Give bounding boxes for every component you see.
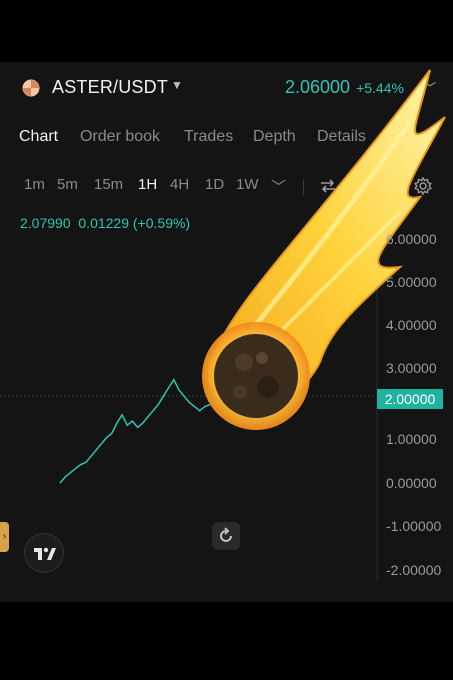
y-tick-label: -2.00000 bbox=[386, 562, 442, 578]
tradingview-logo-icon[interactable] bbox=[24, 533, 64, 573]
price-series-line bbox=[59, 378, 211, 484]
y-tick-label: 4.00000 bbox=[386, 317, 437, 333]
y-tick-label: 5.00000 bbox=[386, 274, 437, 290]
chart-screen: ASTER/USDT ▼ 2.06000 +5.44% ﹀ Chart Order… bbox=[0, 62, 453, 602]
falling-meteor-illustration bbox=[202, 69, 446, 430]
reset-icon[interactable] bbox=[212, 522, 240, 550]
y-tick-label: 6.00000 bbox=[386, 231, 437, 247]
y-tick-label: 3.00000 bbox=[386, 360, 437, 376]
y-tick-label: 1.00000 bbox=[386, 431, 437, 447]
y-tick-label: 0.00000 bbox=[386, 475, 437, 491]
side-panel-toggle[interactable]: › bbox=[0, 522, 9, 552]
y-tick-label: -1.00000 bbox=[386, 518, 442, 534]
current-price-tag: 2.00000 bbox=[377, 389, 443, 409]
